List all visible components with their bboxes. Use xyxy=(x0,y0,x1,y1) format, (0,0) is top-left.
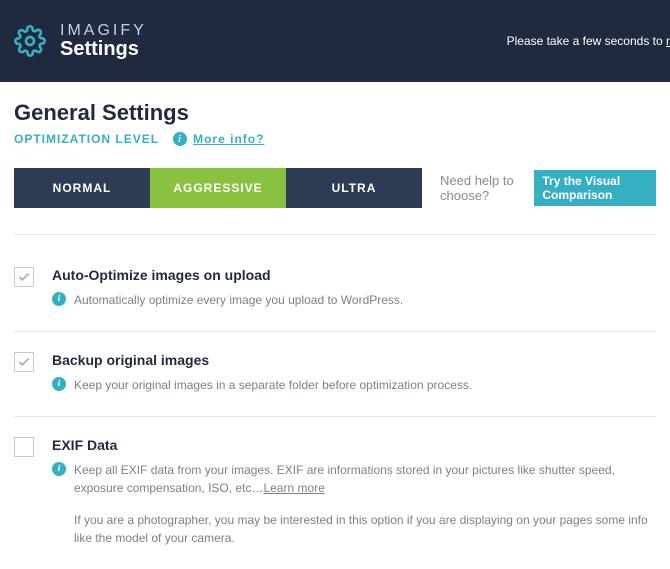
brand-block: IMAGIFY Settings xyxy=(60,22,147,61)
notice-link[interactable]: r xyxy=(666,34,670,48)
check-icon xyxy=(17,355,31,369)
option-backup: Backup original images i Keep your origi… xyxy=(14,342,656,417)
more-info-link[interactable]: More info? xyxy=(193,132,264,146)
visual-comparison-button[interactable]: Try the Visual Comparison xyxy=(534,170,656,206)
tab-ultra[interactable]: ULTRA xyxy=(286,168,422,208)
help-text: Need help to choose? xyxy=(440,173,528,203)
page-title: General Settings xyxy=(14,100,656,126)
section-subhead: OPTIMIZATION LEVEL i More info? xyxy=(14,132,656,146)
learn-more-link[interactable]: Learn more xyxy=(263,481,324,495)
info-icon: i xyxy=(52,292,66,306)
option-desc: Keep your original images in a separate … xyxy=(74,376,656,394)
header-notice: Please take a few seconds to r xyxy=(507,34,670,48)
info-icon: i xyxy=(173,132,187,146)
option-title: Backup original images xyxy=(52,352,656,368)
tab-normal[interactable]: NORMAL xyxy=(14,168,150,208)
option-desc: Automatically optimize every image you u… xyxy=(74,291,656,309)
checkbox-exif[interactable] xyxy=(14,437,34,457)
notice-text: Please take a few seconds to xyxy=(507,34,666,48)
checkbox-backup[interactable] xyxy=(14,352,34,372)
info-icon: i xyxy=(52,462,66,476)
page-subtitle: Settings xyxy=(60,38,147,61)
option-desc: Keep all EXIF data from your images. EXI… xyxy=(74,461,656,497)
info-icon: i xyxy=(52,377,66,391)
gear-icon xyxy=(14,25,46,57)
tab-aggressive[interactable]: AGGRESSIVE xyxy=(150,168,286,208)
option-auto-optimize: Auto-Optimize images on upload i Automat… xyxy=(14,257,656,332)
content-area: General Settings OPTIMIZATION LEVEL i Mo… xyxy=(0,82,670,569)
app-header: IMAGIFY Settings Please take a few secon… xyxy=(0,0,670,82)
option-title: EXIF Data xyxy=(52,437,656,453)
level-row: NORMAL AGGRESSIVE ULTRA Need help to cho… xyxy=(14,168,656,235)
option-title: Auto-Optimize images on upload xyxy=(52,267,656,283)
level-tabs: NORMAL AGGRESSIVE ULTRA xyxy=(14,168,422,208)
checkbox-auto-optimize[interactable] xyxy=(14,267,34,287)
subhead-label: OPTIMIZATION LEVEL xyxy=(14,132,159,146)
option-exif: EXIF Data i Keep all EXIF data from your… xyxy=(14,427,656,569)
check-icon xyxy=(17,270,31,284)
